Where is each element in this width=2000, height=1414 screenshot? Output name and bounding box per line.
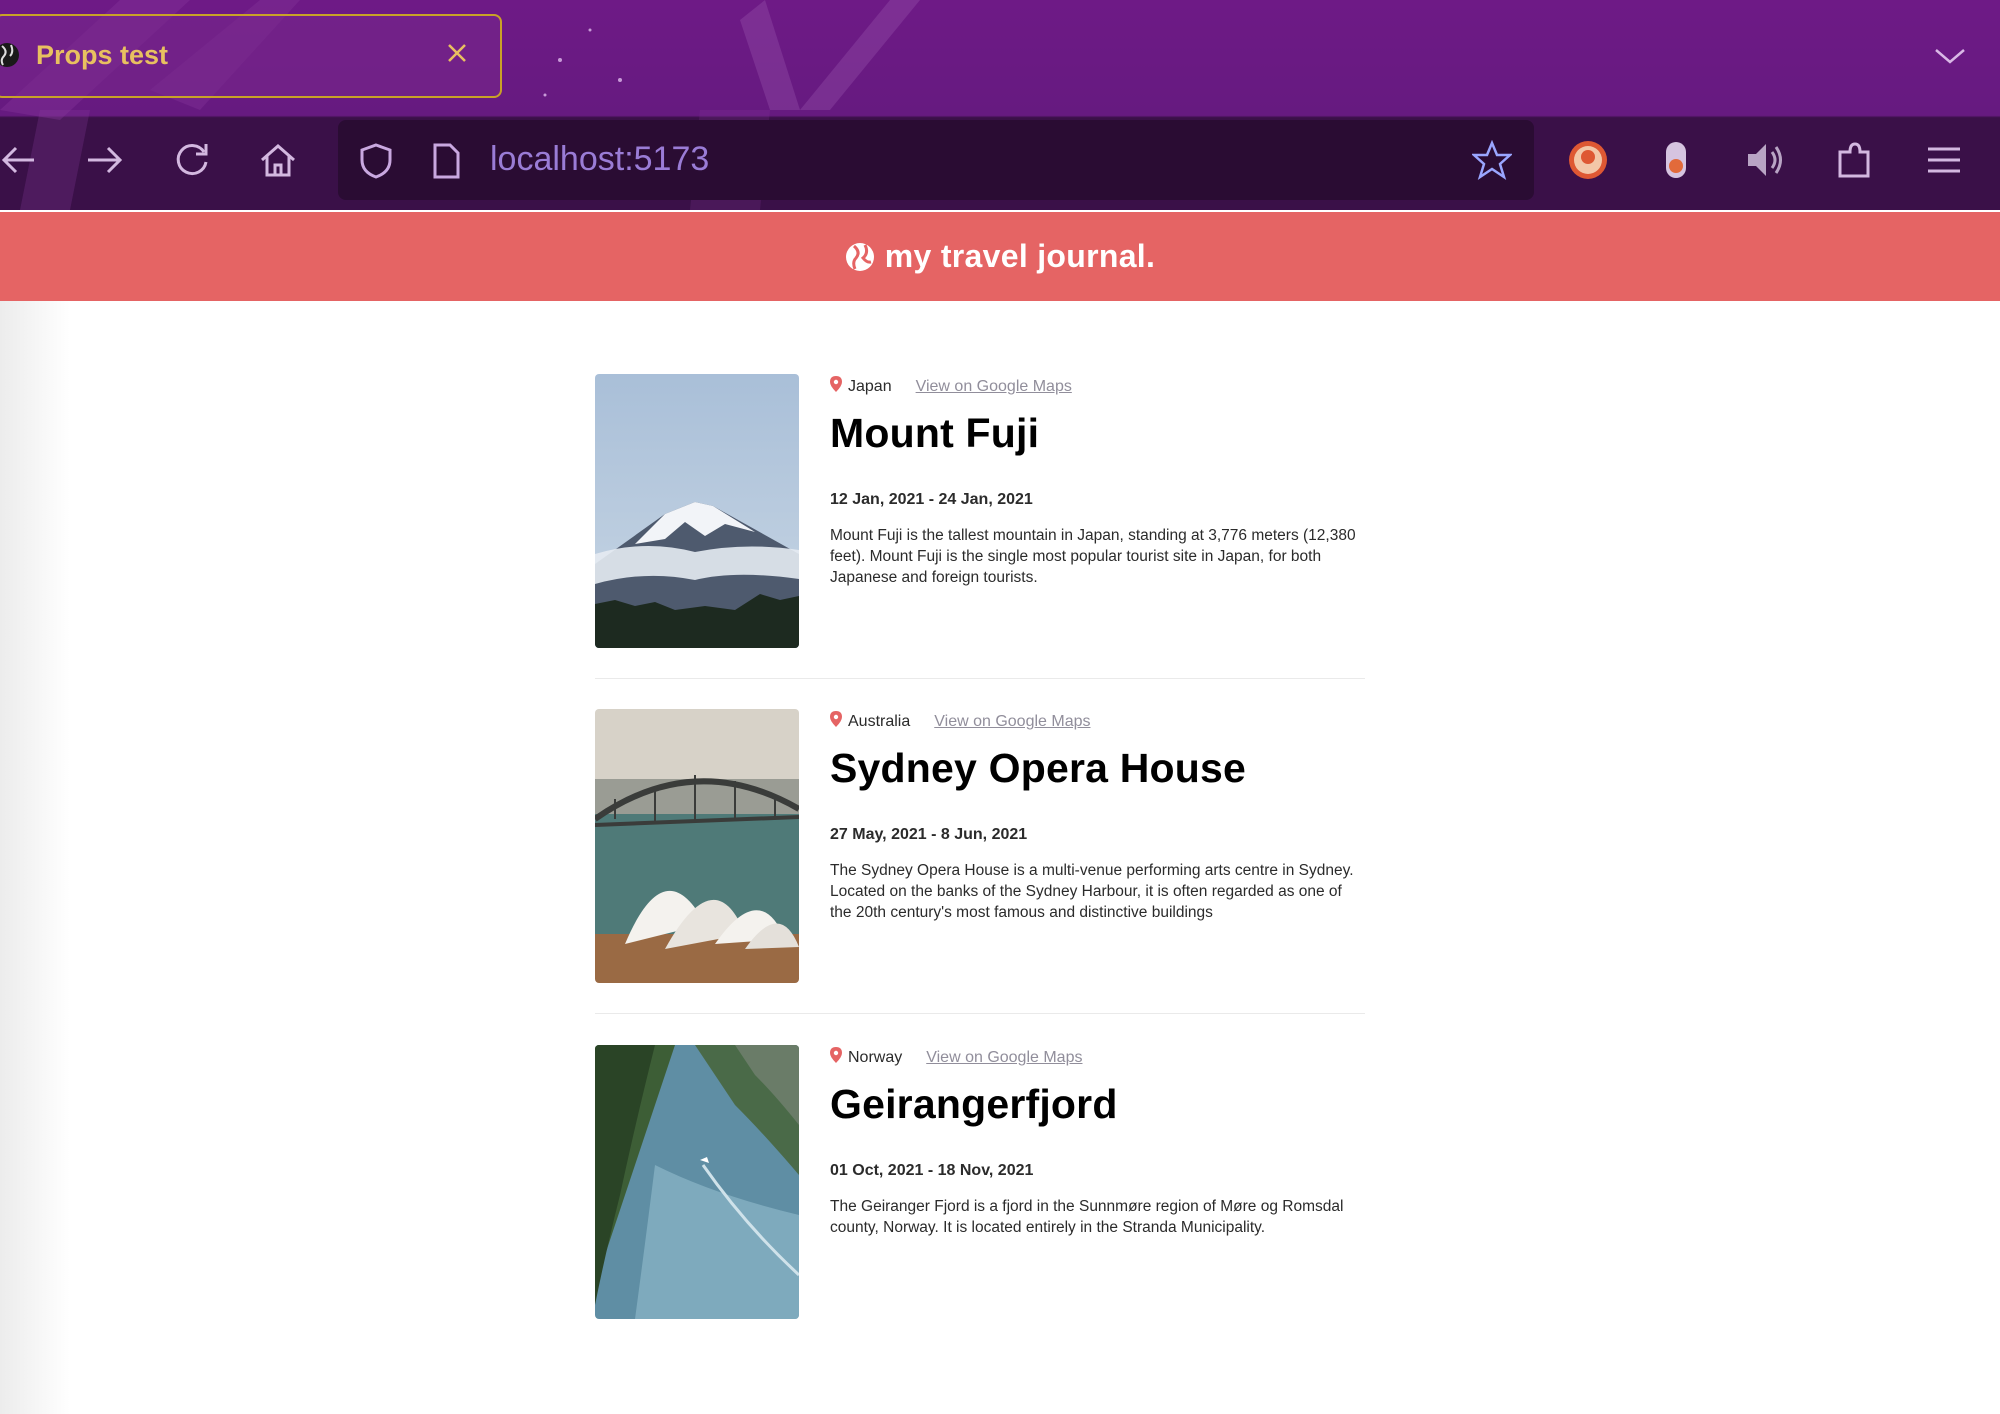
journal-entry: Norway View on Google Maps Geirangerfjor… xyxy=(595,1045,1365,1321)
back-arrow-icon[interactable] xyxy=(0,138,44,182)
globe-icon xyxy=(845,242,874,271)
entry-title: Sydney Opera House xyxy=(830,745,1247,791)
google-maps-link[interactable]: View on Google Maps xyxy=(934,713,1090,731)
tab-strip: Props test xyxy=(0,0,2000,110)
reload-icon[interactable] xyxy=(170,138,214,182)
bookmark-star-icon[interactable] xyxy=(1472,140,1512,180)
entry-photo-geirangerfjord xyxy=(595,1045,799,1319)
address-bar[interactable]: localhost:5173 xyxy=(338,120,1534,200)
shield-icon[interactable] xyxy=(358,142,394,180)
entry-description: The Geiranger Fjord is a fjord in the Su… xyxy=(830,1198,1344,1236)
entry-description: The Sydney Opera House is a multi-venue … xyxy=(830,862,1354,921)
duckduckgo-extension-icon[interactable] xyxy=(1566,138,1610,182)
close-icon[interactable] xyxy=(442,38,472,68)
entry-country: Japan xyxy=(848,378,892,395)
entry-country: Australia xyxy=(848,713,911,730)
entry-description: Mount Fuji is the tallest mountain in Ja… xyxy=(830,527,1356,586)
entry-location: Norway View on Google Maps xyxy=(830,1045,1370,1071)
location-pin-icon xyxy=(830,1047,842,1063)
url-text[interactable]: localhost:5173 xyxy=(490,140,709,179)
location-pin-icon xyxy=(830,376,842,392)
record-extension-icon[interactable] xyxy=(1654,138,1698,182)
entry-dates: 27 May, 2021 - 8 Jun, 2021 xyxy=(830,826,1028,843)
speaker-icon[interactable] xyxy=(1742,138,1786,182)
entry-divider xyxy=(595,678,1365,679)
entry-divider xyxy=(595,1013,1365,1014)
google-maps-link[interactable]: View on Google Maps xyxy=(926,1049,1082,1067)
globe-favicon-icon xyxy=(0,43,19,67)
google-maps-link[interactable]: View on Google Maps xyxy=(916,378,1072,396)
page-edge-shadow xyxy=(0,301,70,1414)
page-icon[interactable] xyxy=(430,142,462,180)
chevron-down-icon[interactable] xyxy=(1932,44,1968,68)
entry-info: Norway View on Google Maps Geirangerfjor… xyxy=(830,1045,1370,1238)
entry-dates: 01 Oct, 2021 - 18 Nov, 2021 xyxy=(830,1162,1034,1179)
menu-icon[interactable] xyxy=(1922,138,1966,182)
entry-info: Australia View on Google Maps Sydney Ope… xyxy=(830,709,1370,923)
tab-title: Props test xyxy=(36,40,169,70)
entry-title: Geirangerfjord xyxy=(830,1081,1118,1127)
entry-title: Mount Fuji xyxy=(830,410,1040,456)
entry-dates: 12 Jan, 2021 - 24 Jan, 2021 xyxy=(830,491,1033,508)
browser-chrome: Props test localhost:5173 xyxy=(0,0,2000,210)
journal-entry: Australia View on Google Maps Sydney Ope… xyxy=(595,709,1365,985)
journal-entry: Japan View on Google Maps Mount Fuji 12 … xyxy=(595,374,1365,650)
forward-arrow-icon[interactable] xyxy=(82,138,126,182)
entry-country: Norway xyxy=(848,1049,903,1066)
location-pin-icon xyxy=(830,711,842,727)
entry-info: Japan View on Google Maps Mount Fuji 12 … xyxy=(830,374,1370,588)
extensions-puzzle-icon[interactable] xyxy=(1832,138,1876,182)
home-icon[interactable] xyxy=(256,138,300,182)
tab-active[interactable]: Props test xyxy=(0,14,502,98)
entry-location: Japan View on Google Maps xyxy=(830,374,1370,400)
entry-location: Australia View on Google Maps xyxy=(830,709,1370,735)
entry-photo-sydney-opera-house xyxy=(595,709,799,983)
site-header: my travel journal. xyxy=(0,212,2000,301)
brand-title: my travel journal. xyxy=(884,238,1156,274)
entry-photo-mount-fuji xyxy=(595,374,799,648)
